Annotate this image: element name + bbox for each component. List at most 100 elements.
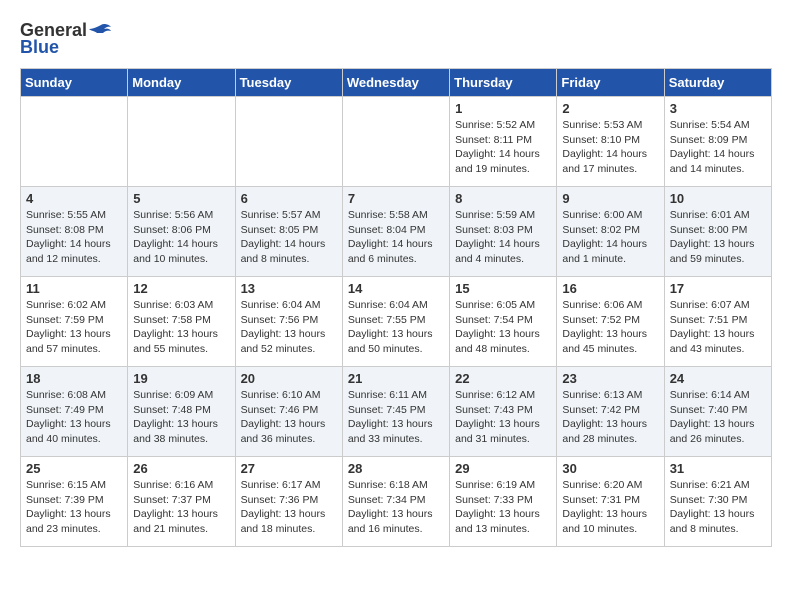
calendar-cell: 9Sunrise: 6:00 AM Sunset: 8:02 PM Daylig… [557,187,664,277]
calendar-cell: 13Sunrise: 6:04 AM Sunset: 7:56 PM Dayli… [235,277,342,367]
day-info: Sunrise: 6:11 AM Sunset: 7:45 PM Dayligh… [348,388,444,447]
calendar-cell [21,97,128,187]
day-number: 29 [455,461,551,476]
day-number: 22 [455,371,551,386]
calendar-cell: 29 Sunrise: 6:19 AM Sunset: 7:33 PM Dayli… [450,457,557,547]
day-number: 12 [133,281,229,296]
calendar-week-row: 25 Sunrise: 6:15 AM Sunset: 7:39 PM Dayli… [21,457,772,547]
calendar-cell [128,97,235,187]
calendar-cell: 16 Sunrise: 6:06 AM Sunset: 7:52 PM Dayli… [557,277,664,367]
header-friday: Friday [557,69,664,97]
calendar-cell: 3Sunrise: 5:54 AM Sunset: 8:09 PM Daylig… [664,97,771,187]
day-number: 21 [348,371,444,386]
day-number: 11 [26,281,122,296]
calendar-cell: 17 Sunrise: 6:07 AM Sunset: 7:51 PM Dayli… [664,277,771,367]
header-thursday: Thursday [450,69,557,97]
day-info: Sunrise: 6:19 AM Sunset: 7:33 PM Dayligh… [455,478,551,537]
day-number: 24 [670,371,766,386]
day-info: Sunrise: 6:04 AM Sunset: 7:55 PM Dayligh… [348,298,444,357]
calendar-cell: 24 Sunrise: 6:14 AM Sunset: 7:40 PM Dayli… [664,367,771,457]
day-number: 30 [562,461,658,476]
calendar-cell: 7 Sunrise: 5:58 AM Sunset: 8:04 PM Daylig… [342,187,449,277]
calendar-cell: 25 Sunrise: 6:15 AM Sunset: 7:39 PM Dayli… [21,457,128,547]
day-number: 14 [348,281,444,296]
day-number: 17 [670,281,766,296]
day-number: 4 [26,191,122,206]
day-info: Sunrise: 5:52 AM Sunset: 8:11 PM Dayligh… [455,118,551,177]
header-saturday: Saturday [664,69,771,97]
day-info: Sunrise: 5:53 AM Sunset: 8:10 PM Dayligh… [562,118,658,177]
day-info: Sunrise: 6:07 AM Sunset: 7:51 PM Dayligh… [670,298,766,357]
day-info: Sunrise: 5:57 AM Sunset: 8:05 PM Dayligh… [241,208,337,267]
calendar-cell: 27Sunrise: 6:17 AM Sunset: 7:36 PM Dayli… [235,457,342,547]
day-info: Sunrise: 6:02 AM Sunset: 7:59 PM Dayligh… [26,298,122,357]
day-info: Sunrise: 5:59 AM Sunset: 8:03 PM Dayligh… [455,208,551,267]
calendar-cell: 20 Sunrise: 6:10 AM Sunset: 7:46 PM Dayli… [235,367,342,457]
day-number: 19 [133,371,229,386]
calendar-cell: 5 Sunrise: 5:56 AM Sunset: 8:06 PM Daylig… [128,187,235,277]
day-number: 31 [670,461,766,476]
calendar-cell: 10 Sunrise: 6:01 AM Sunset: 8:00 PM Dayli… [664,187,771,277]
calendar-week-row: 18Sunrise: 6:08 AM Sunset: 7:49 PM Dayli… [21,367,772,457]
day-info: Sunrise: 5:55 AM Sunset: 8:08 PM Dayligh… [26,208,122,267]
day-number: 8 [455,191,551,206]
calendar-cell: 8 Sunrise: 5:59 AM Sunset: 8:03 PM Daylig… [450,187,557,277]
day-info: Sunrise: 6:21 AM Sunset: 7:30 PM Dayligh… [670,478,766,537]
day-number: 6 [241,191,337,206]
calendar-cell: 2Sunrise: 5:53 AM Sunset: 8:10 PM Daylig… [557,97,664,187]
calendar-week-row: 1 Sunrise: 5:52 AM Sunset: 8:11 PM Daylig… [21,97,772,187]
day-number: 10 [670,191,766,206]
day-number: 28 [348,461,444,476]
day-number: 1 [455,101,551,116]
day-info: Sunrise: 6:10 AM Sunset: 7:46 PM Dayligh… [241,388,337,447]
page-header: General Blue [20,20,772,58]
day-number: 7 [348,191,444,206]
day-info: Sunrise: 6:17 AM Sunset: 7:36 PM Dayligh… [241,478,337,537]
day-info: Sunrise: 5:58 AM Sunset: 8:04 PM Dayligh… [348,208,444,267]
calendar-table: SundayMondayTuesdayWednesdayThursdayFrid… [20,68,772,547]
calendar-cell: 1 Sunrise: 5:52 AM Sunset: 8:11 PM Daylig… [450,97,557,187]
calendar-week-row: 11 Sunrise: 6:02 AM Sunset: 7:59 PM Dayli… [21,277,772,367]
day-info: Sunrise: 6:01 AM Sunset: 8:00 PM Dayligh… [670,208,766,267]
logo-blue-text: Blue [20,37,59,58]
day-info: Sunrise: 6:08 AM Sunset: 7:49 PM Dayligh… [26,388,122,447]
calendar-cell: 11 Sunrise: 6:02 AM Sunset: 7:59 PM Dayli… [21,277,128,367]
header-tuesday: Tuesday [235,69,342,97]
calendar-cell: 21 Sunrise: 6:11 AM Sunset: 7:45 PM Dayli… [342,367,449,457]
day-info: Sunrise: 6:13 AM Sunset: 7:42 PM Dayligh… [562,388,658,447]
day-number: 25 [26,461,122,476]
calendar-cell: 4 Sunrise: 5:55 AM Sunset: 8:08 PM Daylig… [21,187,128,277]
day-info: Sunrise: 6:05 AM Sunset: 7:54 PM Dayligh… [455,298,551,357]
day-info: Sunrise: 6:15 AM Sunset: 7:39 PM Dayligh… [26,478,122,537]
day-number: 16 [562,281,658,296]
calendar-cell: 19 Sunrise: 6:09 AM Sunset: 7:48 PM Dayli… [128,367,235,457]
day-number: 15 [455,281,551,296]
logo: General Blue [20,20,111,58]
day-number: 20 [241,371,337,386]
day-info: Sunrise: 6:18 AM Sunset: 7:34 PM Dayligh… [348,478,444,537]
day-info: Sunrise: 5:56 AM Sunset: 8:06 PM Dayligh… [133,208,229,267]
calendar-cell: 18Sunrise: 6:08 AM Sunset: 7:49 PM Dayli… [21,367,128,457]
calendar-cell [342,97,449,187]
calendar-cell: 22Sunrise: 6:12 AM Sunset: 7:43 PM Dayli… [450,367,557,457]
day-info: Sunrise: 5:54 AM Sunset: 8:09 PM Dayligh… [670,118,766,177]
calendar-header-row: SundayMondayTuesdayWednesdayThursdayFrid… [21,69,772,97]
calendar-cell: 12 Sunrise: 6:03 AM Sunset: 7:58 PM Dayli… [128,277,235,367]
calendar-cell: 23 Sunrise: 6:13 AM Sunset: 7:42 PM Dayli… [557,367,664,457]
day-number: 5 [133,191,229,206]
day-info: Sunrise: 6:06 AM Sunset: 7:52 PM Dayligh… [562,298,658,357]
header-monday: Monday [128,69,235,97]
calendar-cell [235,97,342,187]
day-info: Sunrise: 6:16 AM Sunset: 7:37 PM Dayligh… [133,478,229,537]
day-info: Sunrise: 6:20 AM Sunset: 7:31 PM Dayligh… [562,478,658,537]
day-info: Sunrise: 6:03 AM Sunset: 7:58 PM Dayligh… [133,298,229,357]
day-info: Sunrise: 6:00 AM Sunset: 8:02 PM Dayligh… [562,208,658,267]
day-info: Sunrise: 6:14 AM Sunset: 7:40 PM Dayligh… [670,388,766,447]
calendar-cell: 30 Sunrise: 6:20 AM Sunset: 7:31 PM Dayli… [557,457,664,547]
day-info: Sunrise: 6:09 AM Sunset: 7:48 PM Dayligh… [133,388,229,447]
day-number: 26 [133,461,229,476]
day-number: 23 [562,371,658,386]
calendar-cell: 15 Sunrise: 6:05 AM Sunset: 7:54 PM Dayli… [450,277,557,367]
calendar-cell: 31 Sunrise: 6:21 AM Sunset: 7:30 PM Dayli… [664,457,771,547]
day-number: 13 [241,281,337,296]
